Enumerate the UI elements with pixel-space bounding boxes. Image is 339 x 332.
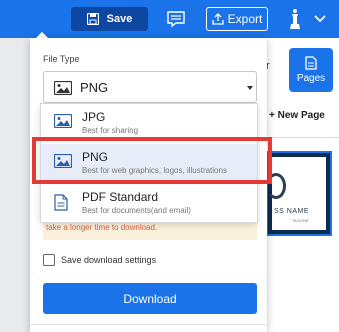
comment-icon (167, 11, 185, 27)
comment-button[interactable] (165, 8, 187, 30)
thumbnail-subtext: TAGLINE (292, 218, 309, 223)
file-type-select[interactable]: PNG (43, 71, 257, 103)
option-pdf-standard[interactable]: PDF Standard Best for documents(and emai… (41, 184, 257, 222)
save-icon (86, 13, 99, 25)
save-label: Save (106, 13, 133, 25)
thumbnail-text: SS NAME (274, 208, 310, 215)
export-label: Export (227, 12, 263, 26)
image-icon (54, 114, 72, 128)
file-type-selected: PNG (80, 80, 109, 95)
option-description: Best for sharing (82, 126, 139, 135)
avatar-button[interactable] (285, 7, 305, 31)
pages-button[interactable]: Pages (289, 48, 333, 92)
download-button[interactable]: Download (43, 283, 257, 314)
page-thumbnail[interactable]: SS NAME TAGLINE (266, 151, 332, 236)
chevron-down-icon[interactable] (313, 13, 327, 25)
pages-icon (305, 56, 317, 70)
file-type-label: File Type (43, 54, 80, 64)
save-button[interactable]: Save (71, 7, 148, 31)
save-settings-checkbox[interactable] (43, 254, 55, 266)
option-title: JPG (82, 110, 106, 124)
dropdown-arrow-icon (247, 86, 253, 90)
save-settings-row[interactable]: Save download settings (43, 253, 156, 267)
image-icon (54, 81, 72, 95)
top-toolbar: Save Export (0, 0, 339, 38)
document-icon (54, 194, 68, 211)
highlight-box (32, 137, 272, 184)
pages-label: Pages (296, 73, 326, 84)
export-icon (212, 13, 224, 25)
save-settings-label: Save download settings (61, 255, 157, 265)
thumbnail-canvas: SS NAME TAGLINE (266, 157, 326, 230)
avatar-icon (290, 9, 300, 29)
option-description: Best for documents(and email) (82, 206, 191, 215)
new-page-button[interactable]: + New Page (269, 110, 325, 121)
option-title: PDF Standard (82, 190, 159, 204)
divider (265, 137, 339, 138)
panel-divider (30, 324, 267, 325)
export-button[interactable]: Export (206, 7, 268, 31)
